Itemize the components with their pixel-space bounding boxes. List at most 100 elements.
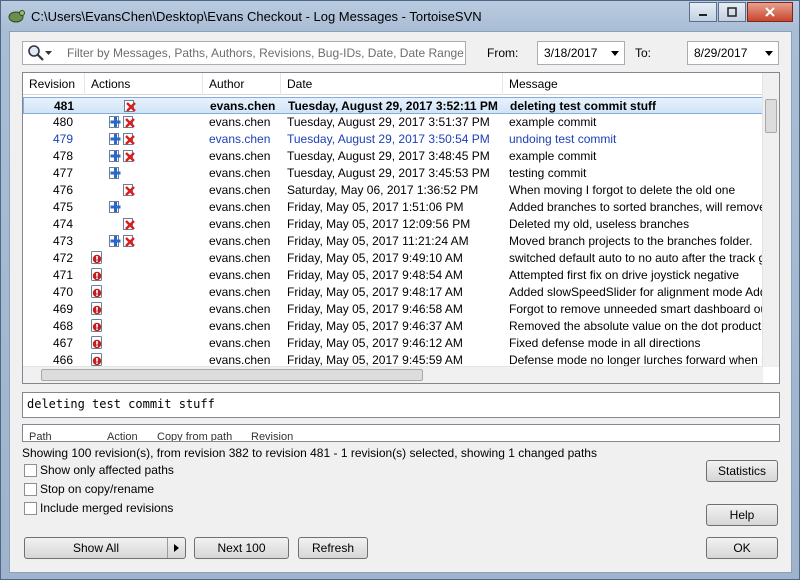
stop-on-copy-checkbox[interactable] — [24, 483, 37, 496]
author-cell: evans.chen — [209, 132, 271, 146]
actions-cell — [91, 115, 201, 130]
date-cell: Tuesday, August 29, 2017 3:52:11 PM — [288, 99, 498, 113]
column-header-date[interactable]: Date — [281, 73, 503, 95]
table-row[interactable]: 478 evans.chen Tuesday, August 29, 2017 3:… — [23, 148, 763, 165]
revision-cell: 479 — [52, 132, 73, 146]
show-all-dropdown-arrow[interactable] — [167, 538, 185, 558]
table-row[interactable]: 481 evans.chen Tuesday, August 29, 2017 3:… — [23, 97, 763, 114]
author-cell: evans.chen — [209, 115, 271, 129]
author-cell: evans.chen — [209, 234, 271, 248]
table-row[interactable]: 472 evans.chen Friday, May 05, 2017 9:49:1… — [23, 250, 763, 267]
revision-cell: 466 — [52, 353, 73, 367]
paths-header-action[interactable]: Action — [107, 431, 138, 441]
actions-cell — [91, 319, 201, 334]
modified-file-icon — [91, 268, 104, 282]
log-message-text[interactable]: deleting test commit stuff — [22, 392, 780, 418]
message-cell: Added slowSpeedSlider for alignment mode… — [509, 285, 763, 299]
date-cell: Tuesday, August 29, 2017 3:48:45 PM — [287, 149, 490, 163]
delete-file-icon — [123, 217, 136, 231]
column-header-actions[interactable]: Actions — [85, 73, 203, 95]
title-bar[interactable]: C:\Users\EvansChen\Desktop\Evans Checkou… — [1, 1, 799, 31]
actions-cell — [91, 268, 201, 283]
minimize-button[interactable] — [689, 2, 717, 22]
paths-header-revision[interactable]: Revision — [251, 431, 293, 441]
revision-cell: 478 — [52, 149, 73, 163]
table-row[interactable]: 471 evans.chen Friday, May 05, 2017 9:48:5… — [23, 267, 763, 284]
horizontal-scroll-thumb[interactable] — [41, 369, 423, 381]
vertical-scroll-thumb[interactable] — [765, 99, 777, 133]
show-all-button[interactable]: Show All — [24, 537, 186, 559]
actions-cell — [91, 132, 201, 147]
message-cell: Deleted my old, useless branches — [509, 217, 690, 231]
include-merged-checkbox[interactable] — [24, 502, 37, 515]
paths-header-path[interactable]: Path — [29, 431, 52, 441]
date-cell: Tuesday, August 29, 2017 3:51:37 PM — [287, 115, 490, 129]
add-file-icon — [109, 166, 122, 180]
filter-input[interactable]: Filter by Messages, Paths, Authors, Revi… — [22, 41, 466, 65]
next-100-button[interactable]: Next 100 — [194, 537, 289, 559]
table-row[interactable]: 474 evans.chen Friday, May 05, 2017 12:09:… — [23, 216, 763, 233]
filter-dropdown-icon[interactable] — [45, 49, 53, 57]
from-date-picker[interactable]: 3/18/2017 — [537, 41, 625, 65]
table-row[interactable]: 469 evans.chen Friday, May 05, 2017 9:46:5… — [23, 301, 763, 318]
revision-list[interactable]: Revision Actions Author Date Message 481… — [22, 72, 780, 384]
add-file-icon — [109, 115, 122, 129]
chevron-down-icon — [765, 51, 773, 56]
column-header-revision[interactable]: Revision — [23, 73, 85, 95]
close-button[interactable] — [747, 2, 793, 22]
table-row[interactable]: 480 evans.chen Tuesday, August 29, 2017 3:… — [23, 114, 763, 131]
modified-file-icon — [91, 319, 104, 333]
author-cell: evans.chen — [209, 149, 271, 163]
column-header-message[interactable]: Message — [503, 73, 763, 95]
author-cell: evans.chen — [209, 336, 271, 350]
date-cell: Friday, May 05, 2017 9:48:17 AM — [287, 285, 463, 299]
show-affected-checkbox[interactable] — [24, 464, 37, 477]
author-cell: evans.chen — [209, 319, 271, 333]
revision-cell: 472 — [52, 251, 73, 265]
revision-cell: 481 — [53, 99, 74, 113]
date-cell: Friday, May 05, 2017 11:21:24 AM — [287, 234, 469, 248]
actions-cell — [91, 149, 201, 164]
vertical-scrollbar[interactable] — [762, 73, 779, 367]
actions-cell — [92, 99, 202, 114]
modified-file-icon — [91, 251, 104, 265]
statistics-button[interactable]: Statistics — [706, 460, 778, 482]
to-date-picker[interactable]: 8/29/2017 — [687, 41, 779, 65]
help-button[interactable]: Help — [706, 504, 778, 526]
table-row[interactable]: 479 evans.chen Tuesday, August 29, 2017 3:… — [23, 131, 763, 148]
stop-on-copy-label[interactable]: Stop on copy/rename — [40, 482, 154, 496]
delete-file-icon — [123, 183, 136, 197]
table-row[interactable]: 475 evans.chen Friday, May 05, 2017 1:51:0… — [23, 199, 763, 216]
message-cell: Defense mode no longer lurches forward w… — [509, 353, 763, 367]
author-cell: evans.chen — [209, 353, 271, 367]
horizontal-scrollbar[interactable] — [23, 366, 763, 383]
refresh-button[interactable]: Refresh — [298, 537, 368, 559]
add-file-icon — [109, 149, 122, 163]
filter-placeholder: Filter by Messages, Paths, Authors, Revi… — [67, 46, 464, 60]
delete-file-icon — [124, 99, 137, 113]
actions-cell — [91, 183, 201, 198]
paths-header-copy-from[interactable]: Copy from path — [157, 431, 232, 441]
maximize-button[interactable] — [718, 2, 746, 22]
table-row[interactable]: 467 evans.chen Friday, May 05, 2017 9:46:1… — [23, 335, 763, 352]
actions-cell — [91, 200, 201, 215]
status-text: Showing 100 revision(s), from revision 3… — [22, 446, 597, 460]
date-cell: Saturday, May 06, 2017 1:36:52 PM — [287, 183, 479, 197]
date-cell: Tuesday, August 29, 2017 3:50:54 PM — [287, 132, 490, 146]
table-row[interactable]: 470 evans.chen Friday, May 05, 2017 9:48:1… — [23, 284, 763, 301]
table-row[interactable]: 476 evans.chen Saturday, May 06, 2017 1:36… — [23, 182, 763, 199]
ok-button[interactable]: OK — [706, 537, 778, 559]
column-header-author[interactable]: Author — [203, 73, 281, 95]
dialog-client-area: Filter by Messages, Paths, Authors, Revi… — [9, 31, 792, 573]
table-row[interactable]: 473 evans.chen Friday, May 05, 2017 11:21:… — [23, 233, 763, 250]
table-row[interactable]: 477 evans.chen Tuesday, August 29, 2017 3:… — [23, 165, 763, 182]
revision-cell: 474 — [52, 217, 73, 231]
show-affected-label[interactable]: Show only affected paths — [40, 463, 174, 477]
revision-cell: 469 — [52, 302, 73, 316]
table-row[interactable]: 468 evans.chen Friday, May 05, 2017 9:46:3… — [23, 318, 763, 335]
to-label: To: — [635, 46, 652, 60]
changed-paths-list[interactable]: Path Action Copy from path Revision — [22, 424, 780, 442]
revision-cell: 476 — [52, 183, 73, 197]
include-merged-label[interactable]: Include merged revisions — [40, 501, 173, 515]
author-cell: evans.chen — [210, 99, 276, 113]
